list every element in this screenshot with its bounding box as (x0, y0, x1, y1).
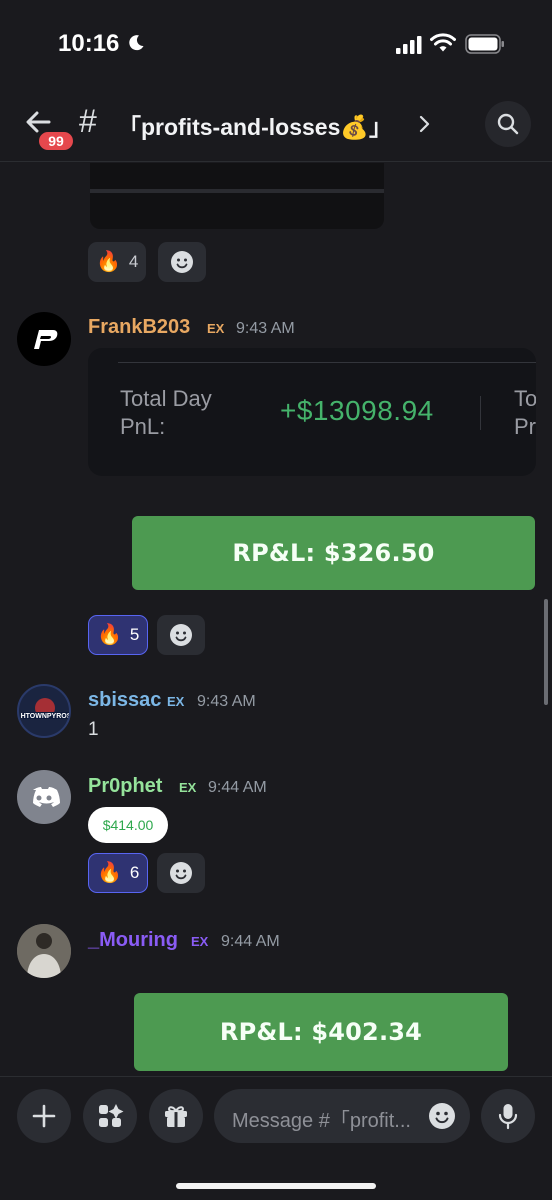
smiley-icon (171, 251, 193, 273)
photo-avatar (17, 924, 71, 978)
smiley-icon (170, 862, 192, 884)
username[interactable]: sbissac (88, 689, 161, 712)
ex-tag-icon: EX (179, 780, 197, 794)
scrollbar[interactable] (544, 599, 548, 705)
svg-text:EX: EX (207, 321, 225, 335)
rpl-button[interactable]: RP&L: $326.50 (132, 516, 535, 590)
pnl-cut-label: To Pr (514, 386, 536, 439)
timestamp: 9:44 AM (221, 933, 280, 950)
pnl-value: +$13098.94 (280, 395, 434, 426)
pnl-label: Total Day PnL: (120, 386, 212, 439)
battery-icon (465, 34, 504, 54)
status-time: 10:16 (58, 30, 120, 57)
apps-button[interactable] (83, 1089, 137, 1143)
status-bar: 10:16 (0, 0, 552, 90)
ex-tag-icon: EX (191, 934, 209, 948)
timestamp: 9:43 AM (236, 320, 295, 337)
channel-header: 99 # 「profits-and-losses💰」 (0, 90, 552, 162)
fire-emoji: 🔥 (97, 862, 122, 884)
rpl-button[interactable]: RP&L: $402.34 (134, 993, 508, 1071)
ex-tag-icon: EX (207, 321, 225, 335)
smiley-icon (170, 624, 192, 646)
search-button[interactable] (485, 101, 531, 147)
avatar[interactable] (17, 770, 71, 824)
fire-emoji: 🔥 (97, 624, 122, 646)
cellular-signal-icon (396, 36, 422, 54)
apps-icon (99, 1104, 124, 1127)
reaction-fire[interactable]: 🔥 6 (88, 853, 149, 893)
timestamp: 9:44 AM (208, 779, 267, 796)
plus-icon (32, 1104, 56, 1128)
add-attachment-button[interactable] (17, 1089, 71, 1143)
pnl-embed-card[interactable]: Total Day PnL: +$13098.94 To Pr (88, 348, 536, 476)
timestamp: 9:43 AM (197, 693, 256, 710)
team-logo-avatar: HTOWNPYROS (21, 698, 71, 720)
reaction-count: 5 (129, 625, 140, 644)
reaction-fire[interactable]: 🔥 5 (88, 615, 149, 655)
channel-name[interactable]: 「profits-and-losses💰」 (118, 108, 392, 142)
avatar[interactable] (17, 924, 71, 978)
gift-icon (165, 1106, 187, 1127)
amount-image[interactable]: $414.00 (88, 807, 168, 843)
frank-avatar-logo (34, 330, 58, 349)
voice-message-button[interactable] (481, 1089, 535, 1143)
svg-text:EX: EX (179, 780, 197, 794)
home-indicator (176, 1183, 376, 1189)
username[interactable]: Pr0phet (88, 775, 162, 798)
message-text: 1 (88, 719, 99, 740)
moon-icon (129, 35, 144, 51)
microphone-icon (498, 1104, 518, 1130)
previous-embed-image[interactable] (90, 163, 384, 229)
svg-text:HTOWNPYROS: HTOWNPYROS (21, 713, 71, 720)
fire-emoji: 🔥 (96, 251, 121, 273)
ex-tag-icon: EX (167, 694, 185, 708)
search-icon (497, 113, 519, 135)
message-input[interactable]: Message #「profit... (214, 1089, 470, 1143)
username[interactable]: _Mouring (88, 929, 178, 952)
chevron-right-icon[interactable] (418, 114, 430, 134)
composer-bar: Message #「profit... (0, 1076, 552, 1200)
avatar[interactable]: HTOWNPYROS (17, 684, 71, 738)
reaction-fire[interactable]: 🔥 4 (88, 242, 147, 282)
discord-logo-icon (33, 787, 60, 807)
avatar[interactable] (17, 312, 71, 366)
svg-text:EX: EX (167, 694, 185, 708)
unread-badge: 99 (37, 130, 75, 152)
emoji-picker-icon[interactable] (428, 1102, 456, 1130)
gift-button[interactable] (149, 1089, 203, 1143)
channel-hash-icon: # (79, 103, 97, 139)
reaction-count: 4 (128, 252, 139, 271)
wifi-icon (430, 33, 456, 52)
message-placeholder: Message #「profit... (232, 1110, 411, 1132)
message-list[interactable]: 🔥 4 FrankB203 EX 9:43 AM Total Day PnL: … (0, 163, 552, 1076)
add-reaction-button[interactable] (157, 615, 205, 655)
username[interactable]: FrankB203 (88, 316, 190, 339)
reaction-count: 6 (129, 863, 140, 882)
add-reaction-button[interactable] (158, 242, 206, 282)
add-reaction-button[interactable] (157, 853, 205, 893)
svg-text:EX: EX (191, 934, 209, 948)
